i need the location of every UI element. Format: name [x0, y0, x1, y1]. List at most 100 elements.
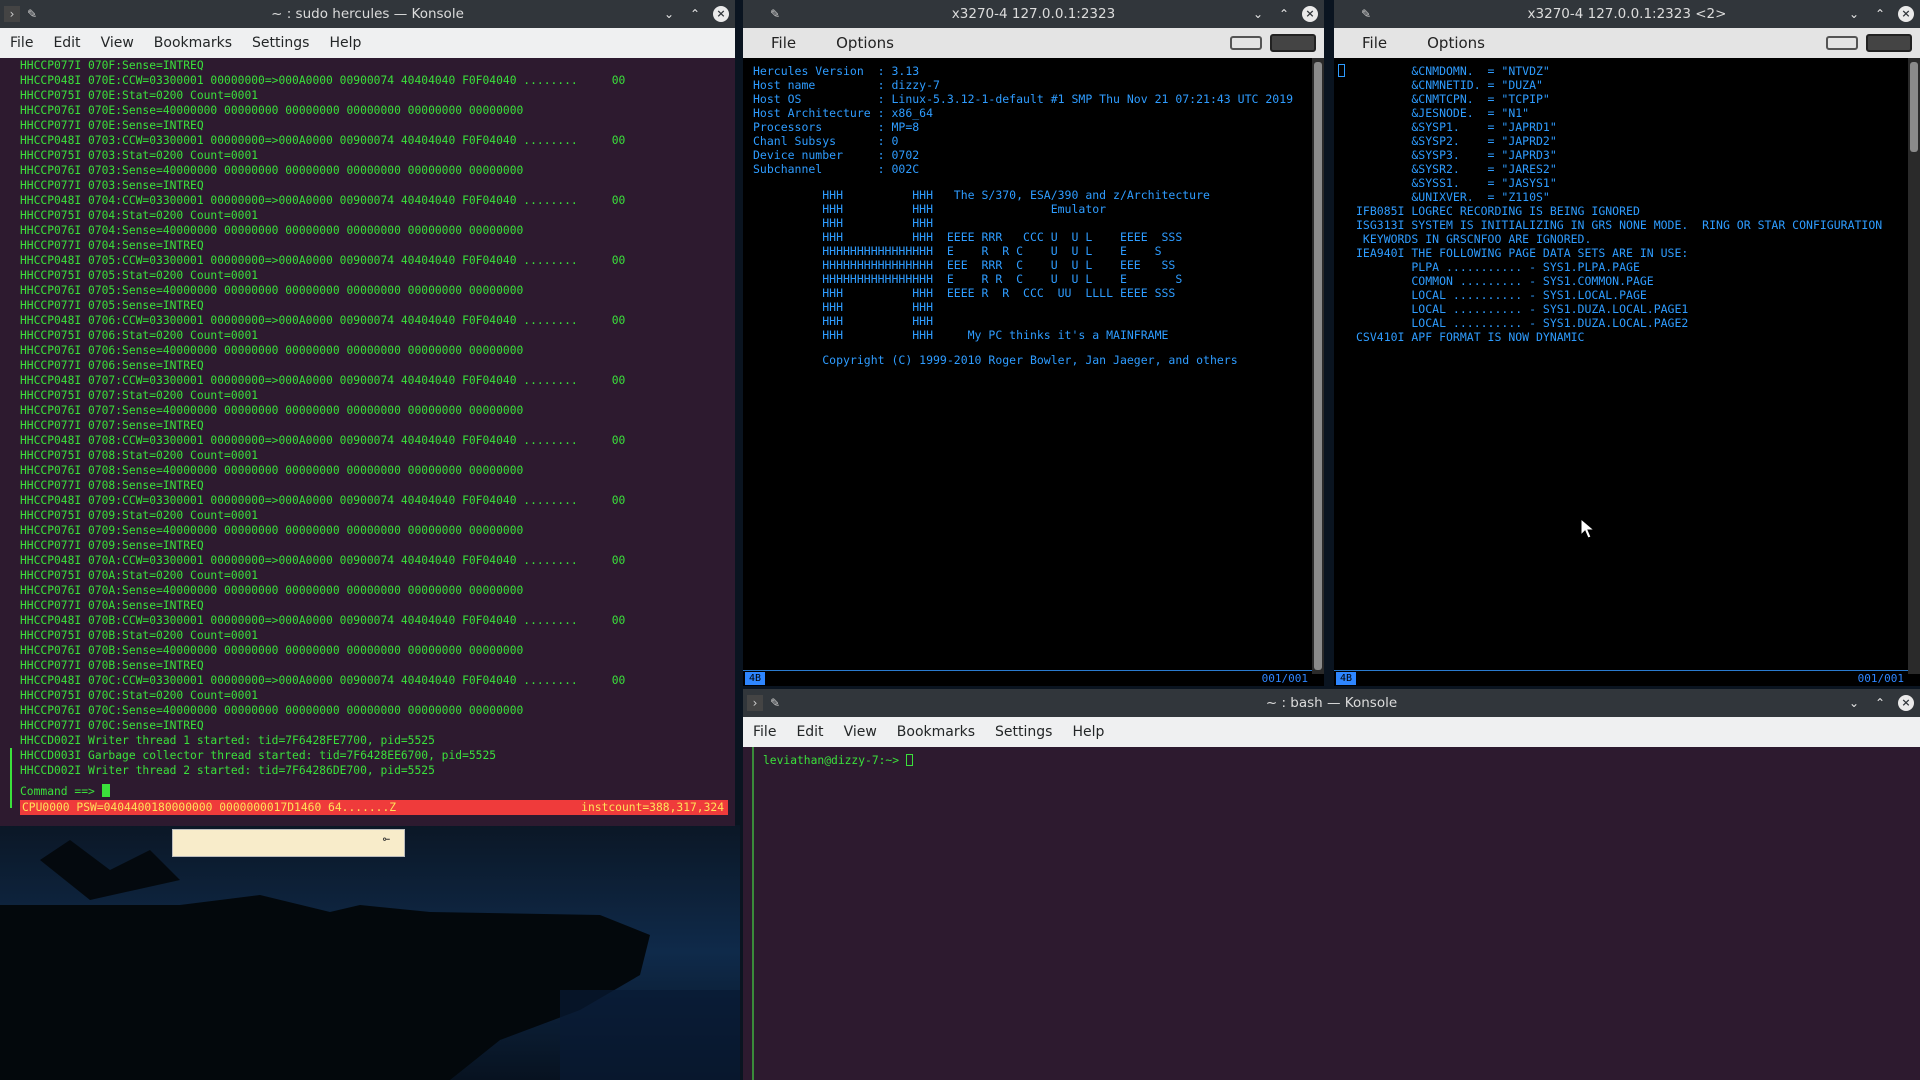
- close-icon[interactable]: ×: [1898, 6, 1914, 22]
- text-line: &CNMDOMN. = "NTVDZ": [1356, 64, 1550, 78]
- text-line: HHCCP048I 0705:CCW=03300001 00000000=>00…: [20, 254, 626, 267]
- konsole-bash-window[interactable]: › ✎ ~ : bash — Konsole ⌄ ⌃ × File Edit Vie…: [743, 689, 1920, 1080]
- text-line: HHCCP075I 0704:Stat=0200 Count=0001: [20, 209, 259, 222]
- scrollbar[interactable]: [1908, 58, 1920, 674]
- text-line: &SYSR2. = "JARES2": [1356, 162, 1557, 176]
- menu-view[interactable]: View: [834, 724, 887, 740]
- minimize-icon[interactable]: ⌄: [661, 6, 677, 22]
- text-cursor: [905, 754, 913, 766]
- maximize-icon[interactable]: ⌃: [1872, 6, 1888, 22]
- pin-icon[interactable]: ✎: [24, 6, 40, 22]
- command-line[interactable]: Command ==>: [20, 784, 110, 799]
- window-title: ~ : bash — Konsole: [1265, 695, 1398, 711]
- text-line: IEA940I THE FOLLOWING PAGE DATA SETS ARE…: [1356, 246, 1689, 260]
- menu-settings[interactable]: Settings: [985, 724, 1062, 740]
- menu-file[interactable]: File: [1334, 34, 1401, 52]
- text-line: HHCCP077I 0703:Sense=INTREQ: [20, 179, 204, 192]
- terminal-output[interactable]: leviathan@dizzy-7:~>: [743, 747, 1920, 1080]
- text-line: HHCCP075I 0708:Stat=0200 Count=0001: [20, 449, 259, 462]
- title-bar[interactable]: › ✎ ~ : bash — Konsole ⌄ ⌃ ×: [743, 689, 1920, 717]
- text-line: HHCCP077I 070E:Sense=INTREQ: [20, 119, 204, 132]
- lock-icon[interactable]: [1826, 36, 1858, 50]
- text-line: HHCCP048I 0707:CCW=03300001 00000000=>00…: [20, 374, 626, 387]
- menu-bookmarks[interactable]: Bookmarks: [887, 724, 985, 740]
- menu-file[interactable]: File: [743, 724, 786, 740]
- menu-help[interactable]: Help: [1062, 724, 1114, 740]
- menu-file[interactable]: File: [743, 34, 810, 52]
- text-line: HHCCP075I 070B:Stat=0200 Count=0001: [20, 629, 259, 642]
- text-line: [753, 342, 1293, 354]
- title-bar[interactable]: ✎ x3270-4 127.0.0.1:2323 <2> ⌄ ⌃ ×: [1334, 0, 1920, 28]
- menu-bar: File Options: [743, 28, 1324, 58]
- minimize-icon[interactable]: ⌄: [1846, 695, 1862, 711]
- text-line: ISG313I SYSTEM IS INITIALIZING IN GRS NO…: [1356, 218, 1883, 232]
- menu-settings[interactable]: Settings: [242, 35, 319, 51]
- maximize-icon[interactable]: ⌃: [1276, 6, 1292, 22]
- menu-bar: File Edit View Bookmarks Settings Help: [743, 717, 1920, 747]
- x3270-screen[interactable]: &CNMDOMN. = "NTVDZ" &CNMNETID. = "DUZA" …: [1334, 58, 1908, 674]
- maximize-icon[interactable]: ⌃: [687, 6, 703, 22]
- title-bar[interactable]: ✎ x3270-4 127.0.0.1:2323 ⌄ ⌃ ×: [743, 0, 1324, 28]
- text-line: HHCCP076I 0707:Sense=40000000 00000000 0…: [20, 404, 524, 417]
- text-cursor: [101, 784, 110, 797]
- text-line: HHCCP077I 0705:Sense=INTREQ: [20, 299, 204, 312]
- text-line: HHCCP077I 070A:Sense=INTREQ: [20, 599, 204, 612]
- text-line: HHCCP075I 070A:Stat=0200 Count=0001: [20, 569, 259, 582]
- terminal-icon: ›: [4, 6, 20, 22]
- menu-view[interactable]: View: [91, 35, 144, 51]
- title-bar[interactable]: › ✎ ~ : sudo hercules — Konsole ⌄ ⌃ ×: [0, 0, 735, 28]
- oia-status-line: 4B 001/001: [743, 670, 1312, 686]
- text-line: HHCCP048I 0706:CCW=03300001 00000000=>00…: [20, 314, 626, 327]
- scrollbar[interactable]: [1312, 58, 1324, 674]
- text-line: HHH HHH: [753, 299, 934, 314]
- x3270-window-2[interactable]: ✎ x3270-4 127.0.0.1:2323 <2> ⌄ ⌃ × File Op…: [1334, 0, 1920, 686]
- keyboard-icon[interactable]: [1270, 34, 1316, 52]
- x3270-screen[interactable]: Hercules Version : 3.13 Host name : dizzy…: [743, 58, 1312, 674]
- text-line: HHCCP077I 070B:Sense=INTREQ: [20, 659, 204, 672]
- text-line: &CNMTCPN. = "TCPIP": [1356, 92, 1550, 106]
- minimize-icon[interactable]: ⌄: [1846, 6, 1862, 22]
- text-line: HHH HHH Emulator: [753, 201, 1107, 216]
- pin-icon[interactable]: ✎: [1358, 6, 1374, 22]
- menu-help[interactable]: Help: [319, 35, 371, 51]
- menu-edit[interactable]: Edit: [43, 35, 90, 51]
- text-line: HHCCP048I 070C:CCW=03300001 00000000=>00…: [20, 674, 626, 687]
- menu-bar: File Edit View Bookmarks Settings Help: [0, 28, 735, 58]
- menu-options[interactable]: Options: [810, 34, 908, 52]
- window-title: x3270-4 127.0.0.1:2323: [951, 6, 1116, 22]
- shell-prompt-line[interactable]: leviathan@dizzy-7:~>: [763, 753, 913, 768]
- pin-icon[interactable]: ✎: [767, 695, 783, 711]
- scrollbar-thumb[interactable]: [1314, 62, 1322, 670]
- close-icon[interactable]: ×: [1898, 695, 1914, 711]
- text-line: HHCCP076I 070C:Sense=40000000 00000000 0…: [20, 704, 524, 717]
- maximize-icon[interactable]: ⌃: [1872, 695, 1888, 711]
- text-line: Hercules Version : 3.13: [753, 64, 920, 78]
- konsole-hercules-window[interactable]: › ✎ ~ : sudo hercules — Konsole ⌄ ⌃ × File…: [0, 0, 735, 826]
- minimize-icon[interactable]: ⌄: [1250, 6, 1266, 22]
- text-line: HHCCP077I 0704:Sense=INTREQ: [20, 239, 204, 252]
- keyboard-icon[interactable]: [1866, 34, 1912, 52]
- text-line: HHCCP048I 0708:CCW=03300001 00000000=>00…: [20, 434, 626, 447]
- text-line: HHH HHH: [753, 215, 934, 230]
- text-line: HHCCP077I 0707:Sense=INTREQ: [20, 419, 204, 432]
- menu-file[interactable]: File: [0, 35, 43, 51]
- text-line: HHCCP077I 0709:Sense=INTREQ: [20, 539, 204, 552]
- text-line: HHH HHH EEEE RRR CCC U U L EEEE SSS: [753, 229, 1183, 244]
- text-line: HHCCP075I 070E:Stat=0200 Count=0001: [20, 89, 259, 102]
- text-line: COMMON ......... - SYS1.COMMON.PAGE: [1356, 274, 1654, 288]
- text-line: HHH HHH EEEE R R CCC UU LLLL EEEE SSS: [753, 285, 1176, 300]
- pin-icon[interactable]: ✎: [767, 6, 783, 22]
- close-icon[interactable]: ×: [713, 6, 729, 22]
- scrollbar-thumb[interactable]: [1910, 62, 1918, 152]
- tooltip-popup: ⟜: [172, 829, 405, 857]
- menu-edit[interactable]: Edit: [786, 724, 833, 740]
- command-prompt: Command ==>: [20, 785, 102, 798]
- menu-options[interactable]: Options: [1401, 34, 1499, 52]
- x3270-window-1[interactable]: ✎ x3270-4 127.0.0.1:2323 ⌄ ⌃ × File Option…: [743, 0, 1324, 686]
- close-icon[interactable]: ×: [1302, 6, 1318, 22]
- text-line: CSV410I APF FORMAT IS NOW DYNAMIC: [1356, 330, 1585, 344]
- terminal-output[interactable]: HHCCP077I 070F:Sense=INTREQ HHCCP048I 070…: [0, 58, 735, 826]
- lock-icon[interactable]: [1230, 36, 1262, 50]
- menu-bookmarks[interactable]: Bookmarks: [144, 35, 242, 51]
- text-line: LOCAL .......... - SYS1.DUZA.LOCAL.PAGE2: [1356, 316, 1689, 330]
